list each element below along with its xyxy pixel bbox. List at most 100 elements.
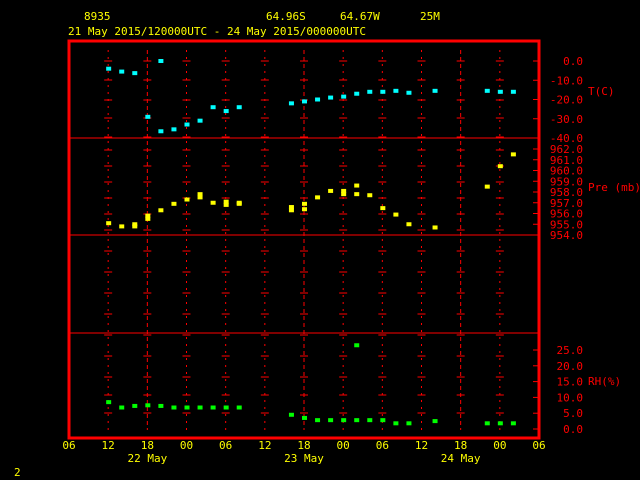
- x-tick-label: 18: [141, 439, 154, 452]
- data-point: [484, 88, 490, 93]
- y-tick-label: 5.0: [563, 407, 583, 420]
- sounding-chart: 8935 64.96S 64.67W 25M 21 May 2015/12000…: [14, 10, 640, 479]
- station-id: 8935: [84, 10, 111, 23]
- data-point: [184, 405, 190, 410]
- series-label: T(C): [588, 85, 615, 98]
- y-axis-labels: 0.0-10.0-20.0-30.0-40.0T(C)962.0961.0960…: [533, 55, 640, 436]
- data-point: [223, 199, 229, 204]
- data-point: [393, 88, 399, 93]
- data-point: [367, 418, 373, 423]
- data-point: [354, 192, 360, 197]
- x-tick-label: 06: [219, 439, 232, 452]
- data-point: [210, 405, 216, 410]
- x-day-label: 22 May: [127, 452, 167, 465]
- data-point: [288, 412, 294, 417]
- series-label: Pre (mb): [588, 181, 640, 194]
- x-tick-label: 18: [297, 439, 310, 452]
- data-point: [328, 418, 334, 423]
- data-point: [406, 90, 412, 95]
- data-point: [288, 205, 294, 210]
- data-point: [341, 418, 347, 423]
- x-day-label: 23 May: [284, 452, 324, 465]
- data-point: [171, 127, 177, 132]
- data-point: [106, 400, 112, 405]
- data-point: [510, 421, 516, 426]
- data-point: [132, 71, 138, 76]
- elevation: 25M: [420, 10, 440, 23]
- data-point: [380, 89, 386, 94]
- data-point: [432, 419, 438, 424]
- x-tick-label: 12: [258, 439, 271, 452]
- data-point: [158, 208, 164, 213]
- data-point: [236, 105, 242, 110]
- data-point: [393, 421, 399, 426]
- y-tick-label: 10.0: [557, 391, 584, 404]
- data-point: [158, 403, 164, 408]
- data-point: [432, 88, 438, 93]
- time-period: 21 May 2015/120000UTC - 24 May 2015/0000…: [68, 25, 366, 38]
- data-point: [367, 89, 373, 94]
- data-point: [497, 421, 503, 426]
- data-point: [223, 405, 229, 410]
- data-point: [315, 418, 321, 423]
- grid-lines: [104, 50, 504, 430]
- y-tick-label: -10.0: [550, 74, 583, 87]
- x-day-label: 24 May: [441, 452, 481, 465]
- data-point: [132, 222, 138, 227]
- data-point: [158, 129, 164, 134]
- data-point: [510, 152, 516, 157]
- data-point: [210, 200, 216, 205]
- x-axis-labels: 06 12 18 00 06 12 18 00 06 12 18 00 06 22 May 23 May 24…: [62, 439, 545, 465]
- data-point: [354, 343, 360, 348]
- data-point: [406, 421, 412, 426]
- data-point: [184, 122, 190, 127]
- data-point: [145, 213, 151, 218]
- data-point: [223, 109, 229, 114]
- x-tick-label: 06: [532, 439, 545, 452]
- data-point: [158, 59, 164, 63]
- x-tick-label: 00: [337, 439, 350, 452]
- data-point: [106, 66, 112, 71]
- data-point: [119, 405, 125, 410]
- data-point: [328, 188, 334, 193]
- data-point: [197, 192, 203, 197]
- data-point: [315, 195, 321, 200]
- x-tick-label: 06: [62, 439, 75, 452]
- data-point: [354, 183, 360, 188]
- data-point: [302, 415, 307, 420]
- data-point: [484, 421, 490, 426]
- data-point: [341, 192, 347, 197]
- data-point: [510, 89, 516, 94]
- data-point: [171, 201, 177, 206]
- data-point: [406, 222, 412, 227]
- y-tick-label: -30.0: [550, 113, 583, 126]
- data-point: [119, 224, 125, 229]
- data-points: [106, 59, 516, 426]
- data-point: [119, 69, 125, 74]
- y-tick-label: 0.0: [563, 423, 583, 436]
- data-point: [106, 221, 112, 226]
- data-point: [354, 418, 360, 423]
- y-tick-label: 15.0: [557, 376, 584, 389]
- x-tick-label: 12: [415, 439, 428, 452]
- page-number: 2: [14, 466, 21, 479]
- longitude: 64.67W: [340, 10, 380, 23]
- y-tick-label: 25.0: [557, 344, 584, 357]
- data-point: [197, 118, 203, 123]
- data-point: [236, 201, 242, 206]
- data-point: [380, 206, 386, 211]
- data-point: [432, 225, 438, 230]
- data-point: [288, 101, 294, 106]
- x-tick-label: 18: [454, 439, 467, 452]
- x-tick-label: 00: [180, 439, 193, 452]
- y-tick-label: 954.0: [550, 229, 583, 242]
- data-point: [497, 164, 503, 169]
- data-point: [210, 105, 216, 110]
- y-tick-label: -20.0: [550, 94, 583, 107]
- data-point: [341, 94, 347, 99]
- data-point: [197, 405, 203, 410]
- data-point: [393, 212, 399, 217]
- data-point: [354, 91, 360, 96]
- data-point: [302, 207, 307, 212]
- x-tick-label: 00: [493, 439, 506, 452]
